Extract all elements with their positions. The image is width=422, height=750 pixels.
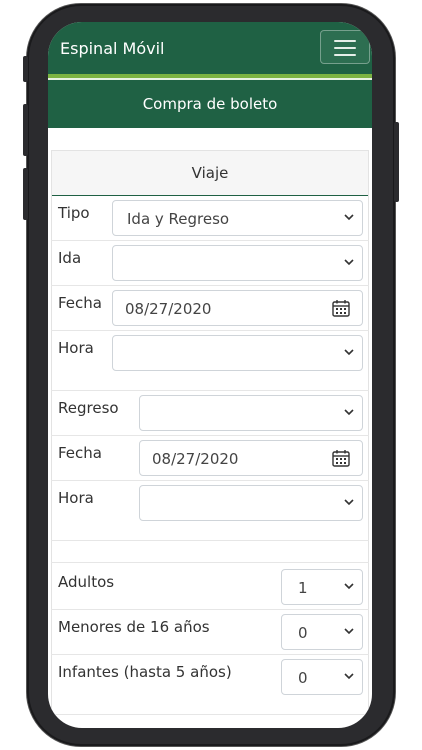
tipo-select[interactable]: Ida y Regreso: [112, 200, 363, 236]
adultos-select[interactable]: 1: [281, 569, 363, 605]
menores-value: 0: [298, 624, 308, 642]
regreso-fecha-label: Fecha: [58, 444, 102, 462]
chevron-down-icon: [344, 409, 354, 416]
hamburger-icon: [334, 40, 356, 42]
chevron-down-icon: [344, 214, 354, 221]
row-divider: [51, 654, 369, 655]
menores-select[interactable]: 0: [281, 614, 363, 650]
row-divider: [51, 480, 369, 481]
adultos-value: 1: [298, 579, 308, 597]
ida-fecha-input[interactable]: 08/27/2020: [112, 290, 363, 326]
ida-select[interactable]: [112, 245, 363, 281]
regreso-fecha-input[interactable]: 08/27/2020: [139, 440, 363, 476]
row-divider: [51, 330, 369, 331]
infantes-label: Infantes (hasta 5 años): [58, 663, 232, 681]
ida-label: Ida: [58, 249, 82, 267]
tipo-select-value: Ida y Regreso: [127, 210, 230, 228]
phone-side-button: [23, 104, 28, 156]
row-divider: [51, 609, 369, 610]
chevron-down-icon: [344, 349, 354, 356]
phone-side-button: [23, 56, 28, 82]
regreso-hora-label: Hora: [58, 489, 94, 507]
row-divider: [51, 240, 369, 241]
chevron-down-icon: [344, 499, 354, 506]
hamburger-icon: [334, 54, 356, 56]
row-divider: [51, 562, 369, 563]
card-header: Viaje: [52, 151, 368, 196]
regreso-fecha-value: 08/27/2020: [152, 450, 239, 468]
calendar-icon[interactable]: [332, 299, 350, 317]
brand-title[interactable]: Espinal Móvil: [60, 39, 164, 58]
row-divider: [51, 285, 369, 286]
regreso-hora-select[interactable]: [139, 485, 363, 521]
hamburger-icon: [334, 47, 356, 49]
infantes-value: 0: [298, 669, 308, 687]
adultos-label: Adultos: [58, 573, 115, 591]
row-divider: [51, 714, 369, 715]
page-title: Compra de boleto: [48, 80, 372, 128]
ida-fecha-value: 08/27/2020: [125, 300, 212, 318]
ida-hora-select[interactable]: [112, 335, 363, 371]
regreso-select[interactable]: [139, 395, 363, 431]
chevron-down-icon: [344, 673, 354, 680]
app-screen: Espinal Móvil Compra de boleto Viaje Tip…: [48, 22, 372, 728]
navbar: Espinal Móvil: [48, 22, 372, 74]
infantes-select[interactable]: 0: [281, 659, 363, 695]
ida-fecha-label: Fecha: [58, 294, 102, 312]
regreso-label: Regreso: [58, 399, 119, 417]
menu-toggle-button[interactable]: [320, 30, 370, 64]
phone-side-button: [394, 122, 399, 202]
ida-hora-label: Hora: [58, 339, 94, 357]
tipo-label: Tipo: [58, 204, 90, 222]
chevron-down-icon: [344, 583, 354, 590]
menores-label: Menores de 16 años: [58, 618, 210, 636]
row-divider: [51, 540, 369, 541]
row-divider: [51, 390, 369, 391]
chevron-down-icon: [344, 628, 354, 635]
calendar-icon[interactable]: [332, 449, 350, 467]
phone-side-button: [23, 168, 28, 220]
chevron-down-icon: [344, 259, 354, 266]
row-divider: [51, 435, 369, 436]
